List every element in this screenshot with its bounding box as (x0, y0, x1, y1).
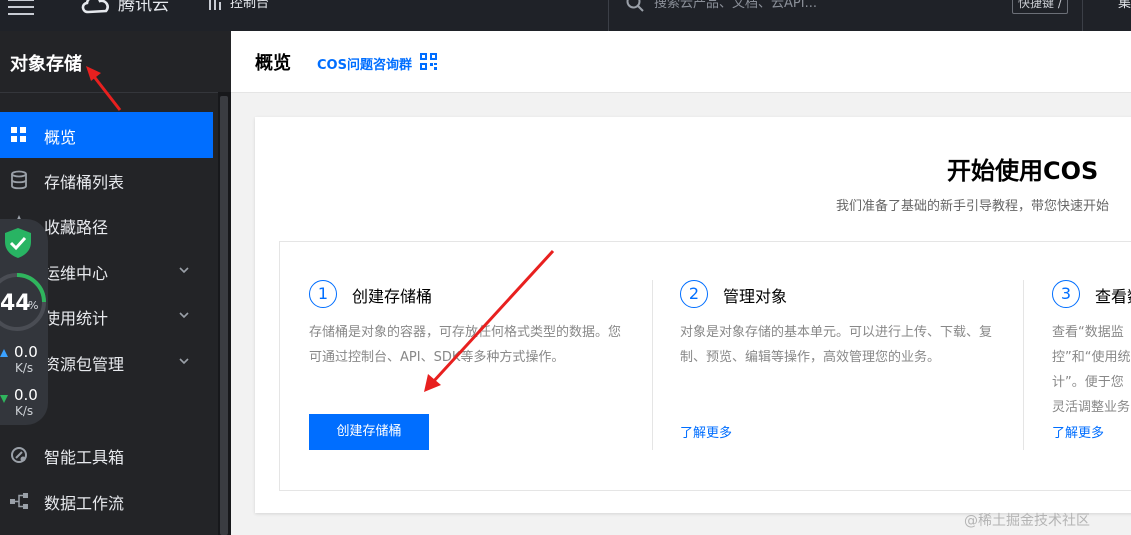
sidebar-item-overview[interactable]: 概览 (0, 112, 213, 158)
shortcut-badge: 快捷键 / (1012, 0, 1068, 14)
download-unit: K/s (15, 404, 34, 418)
steps-panel: 1 创建存储桶 存储桶是对象的容器，可存放任何格式类型的数据。您可通过控制台、A… (279, 241, 1131, 491)
sidebar-item-label: 收藏路径 (44, 218, 109, 237)
menu-icon[interactable] (8, 0, 34, 17)
cloud-logo-icon[interactable] (80, 0, 112, 14)
divider (652, 280, 653, 450)
qr-code-icon[interactable] (420, 53, 437, 70)
logo-text[interactable]: 腾讯云 (118, 0, 169, 15)
step-number: 2 (680, 280, 708, 308)
network-speed-widget[interactable]: 44 % 0.0 K/s 0.0 K/s (0, 219, 48, 425)
chevron-down-icon[interactable] (177, 308, 191, 322)
scrollbar-thumb[interactable] (220, 96, 228, 535)
step-number: 1 (309, 280, 337, 308)
step-description: 对象是对象存储的基本单元。可以进行上传、下载、复制、预览、编辑等操作，高效管理您… (680, 325, 993, 365)
sidebar-item-label: 使用统计 (44, 309, 109, 328)
sidebar-item-label: 数据工作流 (44, 494, 125, 513)
divider (608, 0, 609, 31)
console-icon (209, 0, 221, 10)
topbar-right-item[interactable]: 集 (1118, 0, 1131, 11)
workflow-icon (10, 493, 28, 509)
search-icon (626, 0, 644, 12)
sidebar-item-data-workflow[interactable]: 数据工作流 (0, 478, 213, 524)
grid-icon (11, 127, 26, 142)
divider (0, 92, 218, 93)
search-input[interactable]: 搜索云产品、文档、云API... (654, 0, 817, 11)
page-header: 概览 COS问题咨询群 (231, 31, 1131, 93)
step-description: 查看“数据监控”和“使用统计”。便于您灵活调整业务 (1052, 325, 1131, 415)
upload-unit: K/s (15, 361, 34, 375)
sidebar-item-label: 智能工具箱 (44, 448, 125, 467)
step-title: 创建存储桶 (352, 287, 433, 306)
database-icon (11, 170, 27, 190)
sidebar-item-bucket-list[interactable]: 存储桶列表 (0, 157, 213, 203)
learn-more-link[interactable]: 了解更多 (1052, 422, 1104, 441)
sidebar-item-label: 概览 (44, 128, 77, 147)
sidebar-item-label: 存储桶列表 (44, 173, 125, 192)
upload-speed: 0.0 (14, 343, 38, 361)
percent-sign: % (28, 299, 39, 312)
getting-started-card: 开始使用COS 我们准备了基础的新手引导教程，带您快速开始 1 创建存储桶 存储… (255, 117, 1131, 513)
getting-started-title: 开始使用COS (947, 157, 1099, 185)
step-description: 存储桶是对象的容器，可存放任何格式类型的数据。您可通过控制台、API、SDK等多… (309, 325, 622, 365)
sidebar-item-label: 运维中心 (44, 264, 109, 283)
toolbox-icon (11, 447, 27, 463)
create-bucket-button[interactable]: 创建存储桶 (309, 414, 429, 450)
usage-percent: 44 (0, 291, 31, 316)
cos-group-link[interactable]: COS问题咨询群 (317, 54, 412, 73)
top-navigation-bar: 腾讯云 控制台 搜索云产品、文档、云API... 快捷键 / 集 (0, 0, 1131, 31)
sidebar-scrollbar[interactable] (218, 92, 231, 535)
step-title: 管理对象 (723, 287, 788, 306)
sidebar-item-toolbox[interactable]: 智能工具箱 (0, 432, 213, 478)
divider (1082, 0, 1083, 31)
download-arrow-icon (0, 395, 8, 403)
watermark: @稀土掘金技术社区 (964, 513, 1090, 529)
shield-icon (5, 228, 31, 258)
download-speed: 0.0 (14, 386, 38, 404)
console-link[interactable]: 控制台 (230, 0, 269, 11)
upload-arrow-icon (0, 349, 8, 357)
getting-started-subtitle: 我们准备了基础的新手引导教程，带您快速开始 (836, 199, 1110, 214)
step-view-data: 3 查看数据 查看“数据监控”和“使用统计”。便于您灵活调整业务 了解更多 (1052, 280, 1131, 480)
page-title: 概览 (255, 53, 291, 74)
main-content: 概览 COS问题咨询群 开始使用COS 我们准备了基础的新手引导教程，带您快速开… (231, 31, 1131, 535)
chevron-down-icon[interactable] (177, 263, 191, 277)
sidebar-item-label: 资源包管理 (44, 355, 125, 374)
step-number: 3 (1052, 280, 1080, 308)
divider (1023, 280, 1024, 450)
learn-more-link[interactable]: 了解更多 (680, 422, 732, 441)
step-title: 查看数据 (1095, 287, 1131, 306)
chevron-down-icon[interactable] (177, 354, 191, 368)
sidebar-title: 对象存储 (10, 54, 82, 75)
